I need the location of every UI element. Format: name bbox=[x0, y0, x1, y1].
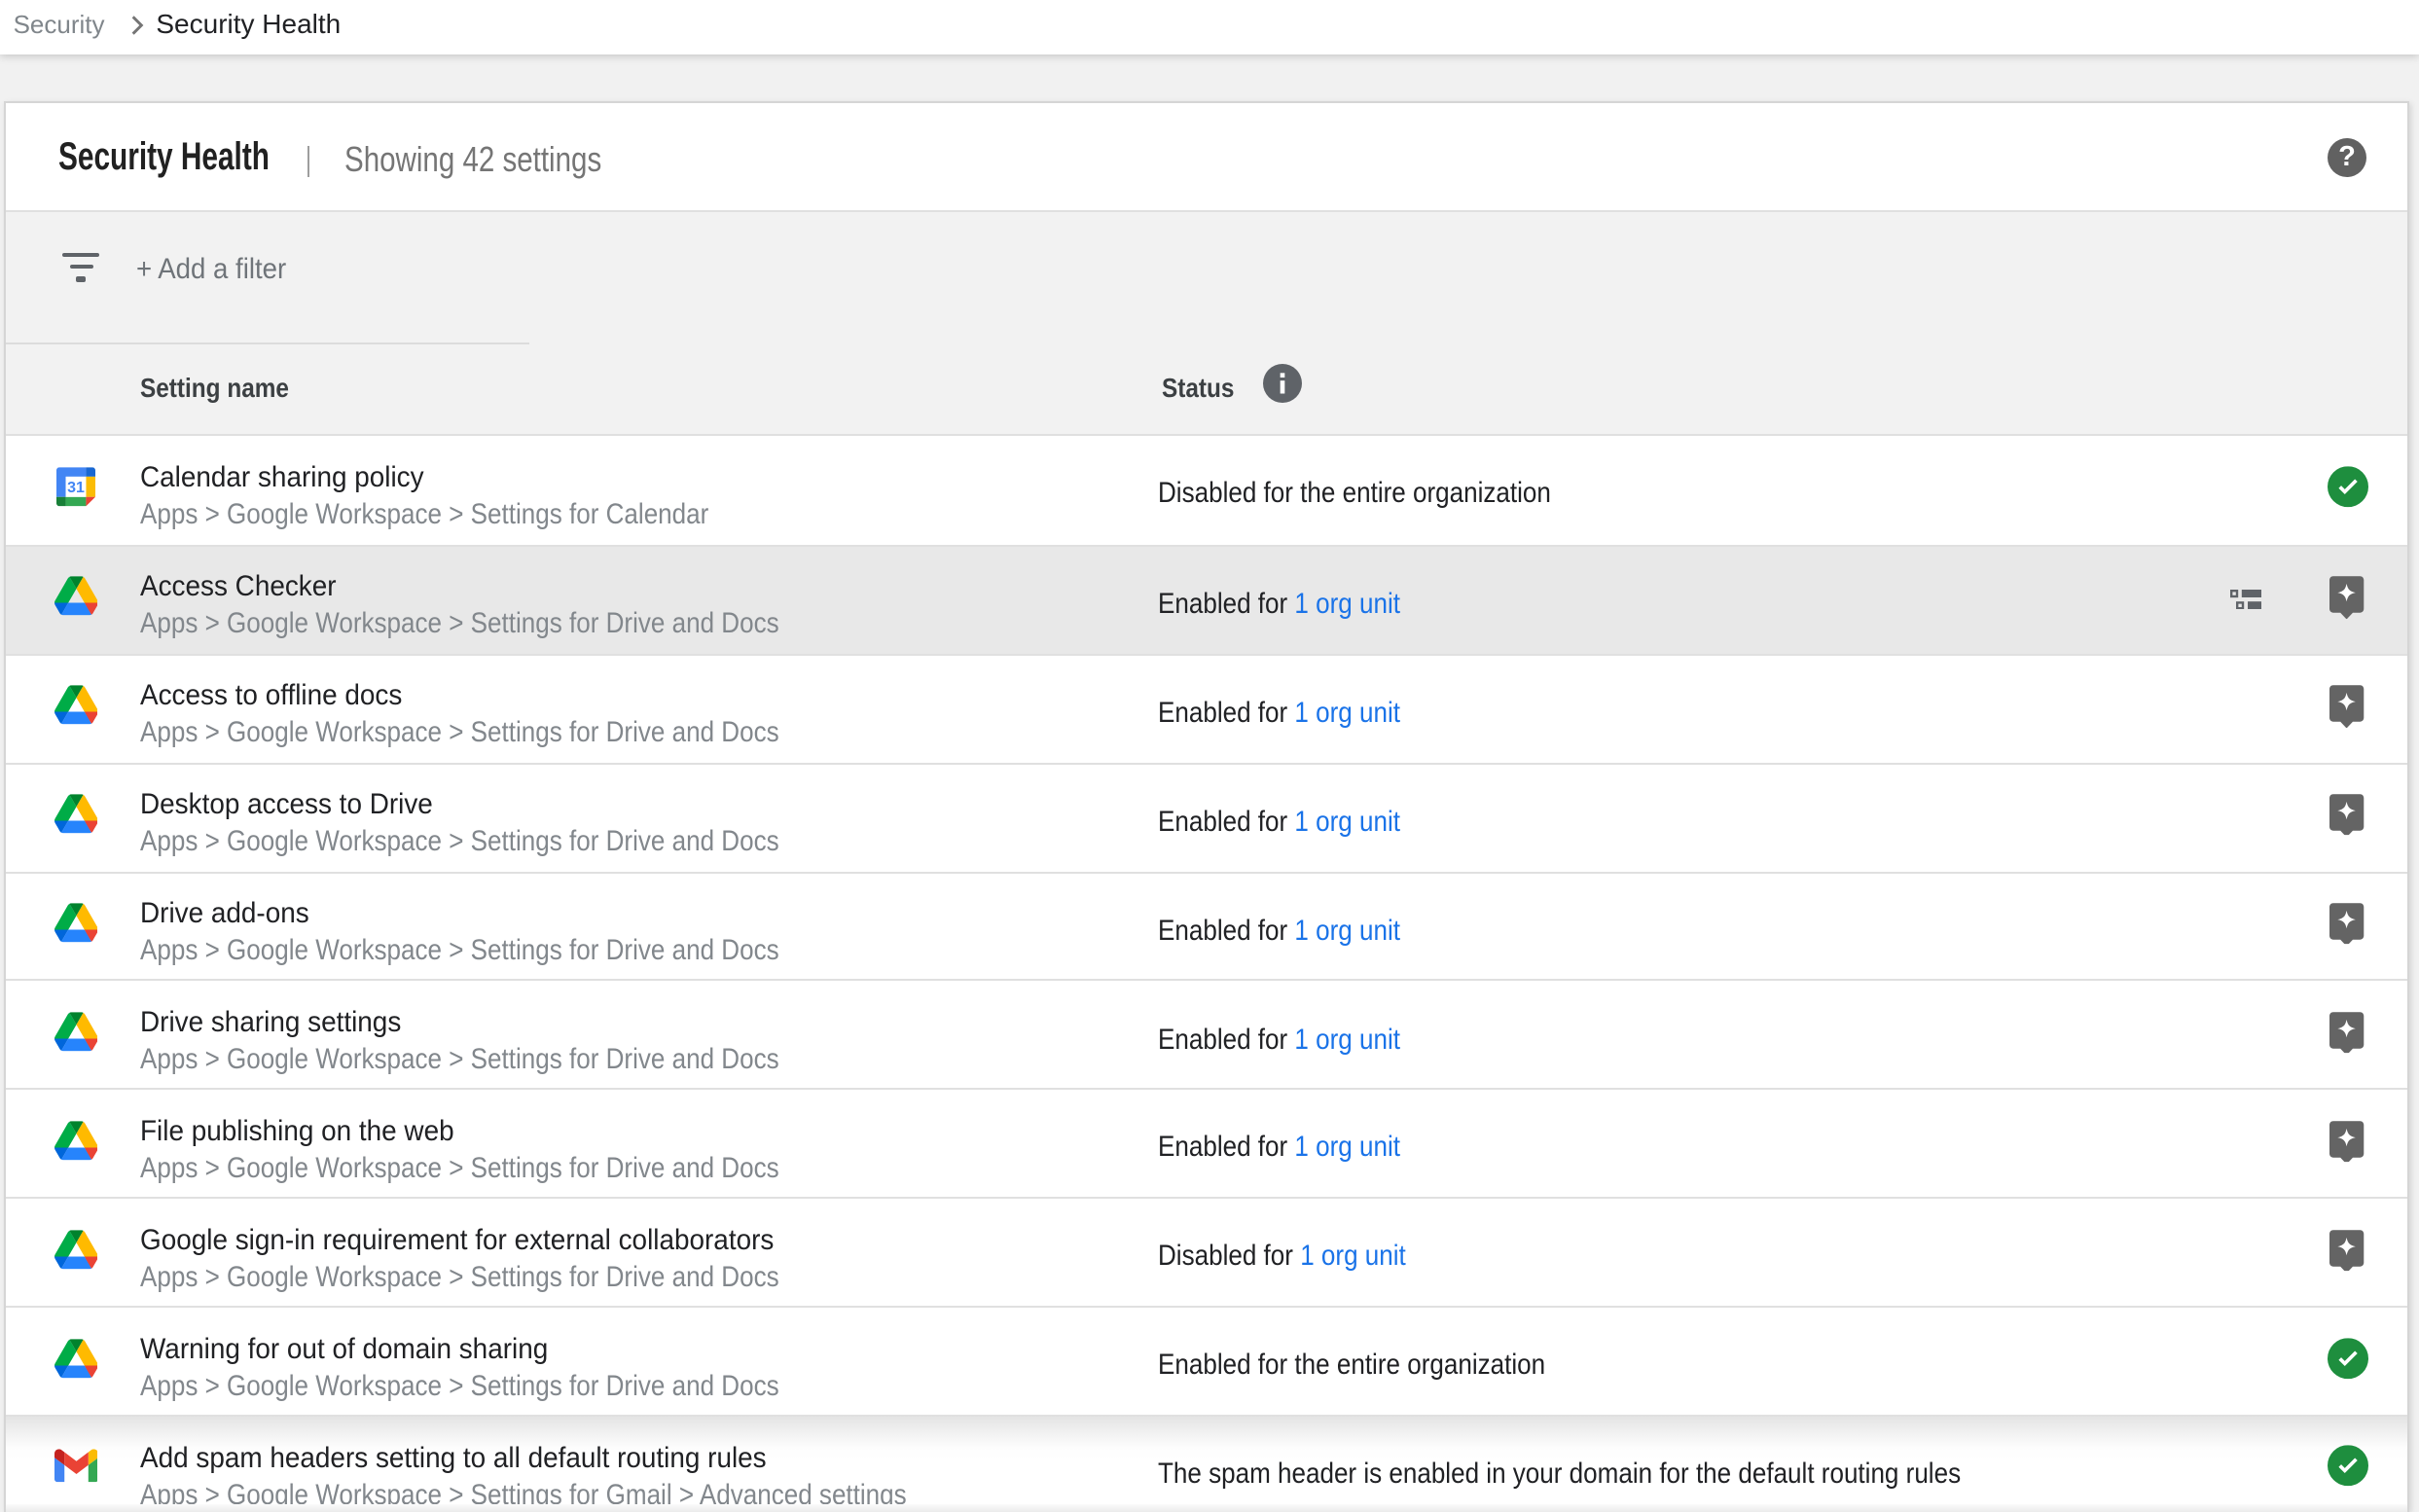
svg-text:31: 31 bbox=[66, 480, 84, 496]
